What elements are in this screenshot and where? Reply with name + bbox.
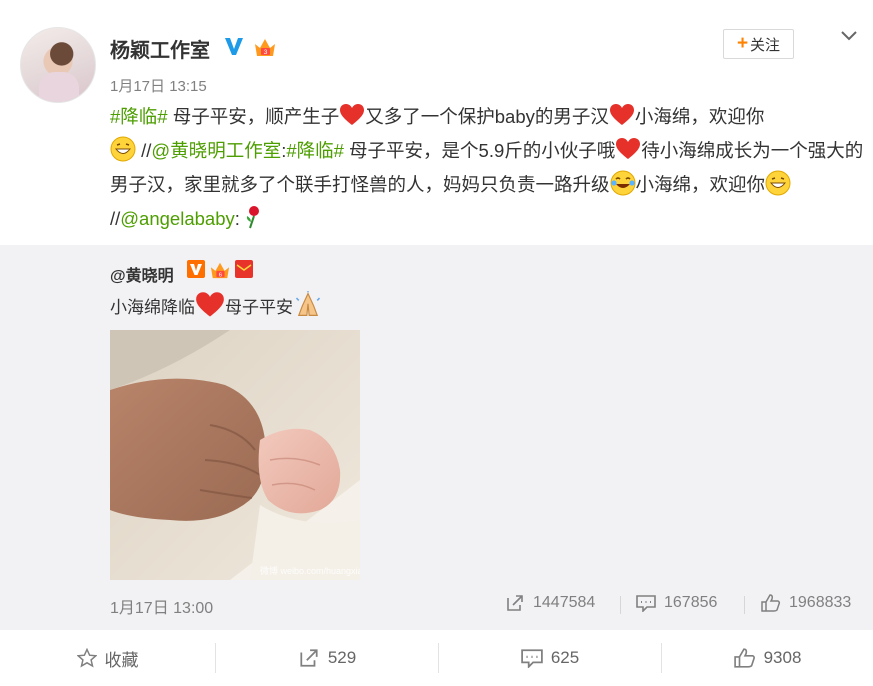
svg-text:3: 3: [264, 49, 268, 56]
grin-emoji-icon: [110, 136, 136, 162]
retweet-author[interactable]: @黄晓明: [110, 262, 174, 286]
avatar[interactable]: [20, 27, 96, 103]
favorite-button[interactable]: 收藏: [0, 630, 215, 686]
chevron-down-icon[interactable]: [840, 29, 858, 43]
heart-emoji-icon: [616, 138, 641, 159]
photo-watermark: 微博 weibo.com/huangxiaoming: [260, 565, 360, 576]
red-envelope-icon: [235, 260, 253, 278]
topic-tag[interactable]: #降临#: [110, 106, 168, 127]
star-icon: [76, 648, 97, 668]
divider: [744, 596, 745, 614]
retweet-repost-count[interactable]: 1447584: [505, 594, 595, 612]
repost-icon: [300, 649, 318, 667]
heart-emoji-icon: [196, 292, 224, 317]
comment-icon: [636, 595, 656, 612]
retweet-text: 小海绵降临 母子平安: [110, 290, 323, 323]
grin-emoji-icon: [765, 170, 791, 196]
heart-emoji-icon: [609, 104, 634, 125]
comment-button[interactable]: 625: [439, 630, 661, 686]
retweet-like-count[interactable]: 1968833: [761, 594, 851, 612]
post-time[interactable]: 1月17日 13:15: [110, 75, 207, 96]
mention-link[interactable]: @angelababy: [120, 208, 234, 229]
comment-icon: [521, 649, 543, 668]
retweet-comment-count[interactable]: 167856: [636, 594, 717, 612]
mention-link[interactable]: @黄晓明工作室: [151, 140, 281, 161]
heart-emoji-icon: [340, 104, 365, 125]
pray-emoji-icon: [295, 291, 321, 316]
author-name[interactable]: 杨颖工作室: [110, 34, 210, 63]
topic-tag[interactable]: #降临#: [286, 140, 344, 161]
plus-icon: +: [736, 33, 749, 54]
verified-v-icon: [225, 38, 243, 55]
like-button[interactable]: 9308: [662, 630, 873, 686]
follow-button[interactable]: + 关注: [723, 29, 794, 59]
repost-icon: [507, 595, 523, 611]
laugh-tears-emoji-icon: [610, 170, 636, 196]
thumbs-up-icon: [733, 648, 755, 668]
crown-badge-icon: 3: [255, 39, 275, 56]
rose-emoji-icon: [246, 206, 259, 229]
retweet-time[interactable]: 1月17日 13:00: [110, 594, 213, 618]
repost-button[interactable]: 529: [216, 630, 438, 686]
retweet-photo[interactable]: 微博 weibo.com/huangxiaoming: [110, 330, 360, 580]
post-text: #降临# 母子平安，顺产生子 又多了一个保护baby的男子汉 小海绵，欢迎你 //@…: [110, 100, 866, 236]
thumbs-up-icon: [761, 594, 781, 612]
crown-badge-icon: 6: [210, 262, 230, 279]
divider: [620, 596, 621, 614]
verified-v-icon: [187, 260, 205, 278]
retweet-badges: 6: [187, 260, 253, 280]
